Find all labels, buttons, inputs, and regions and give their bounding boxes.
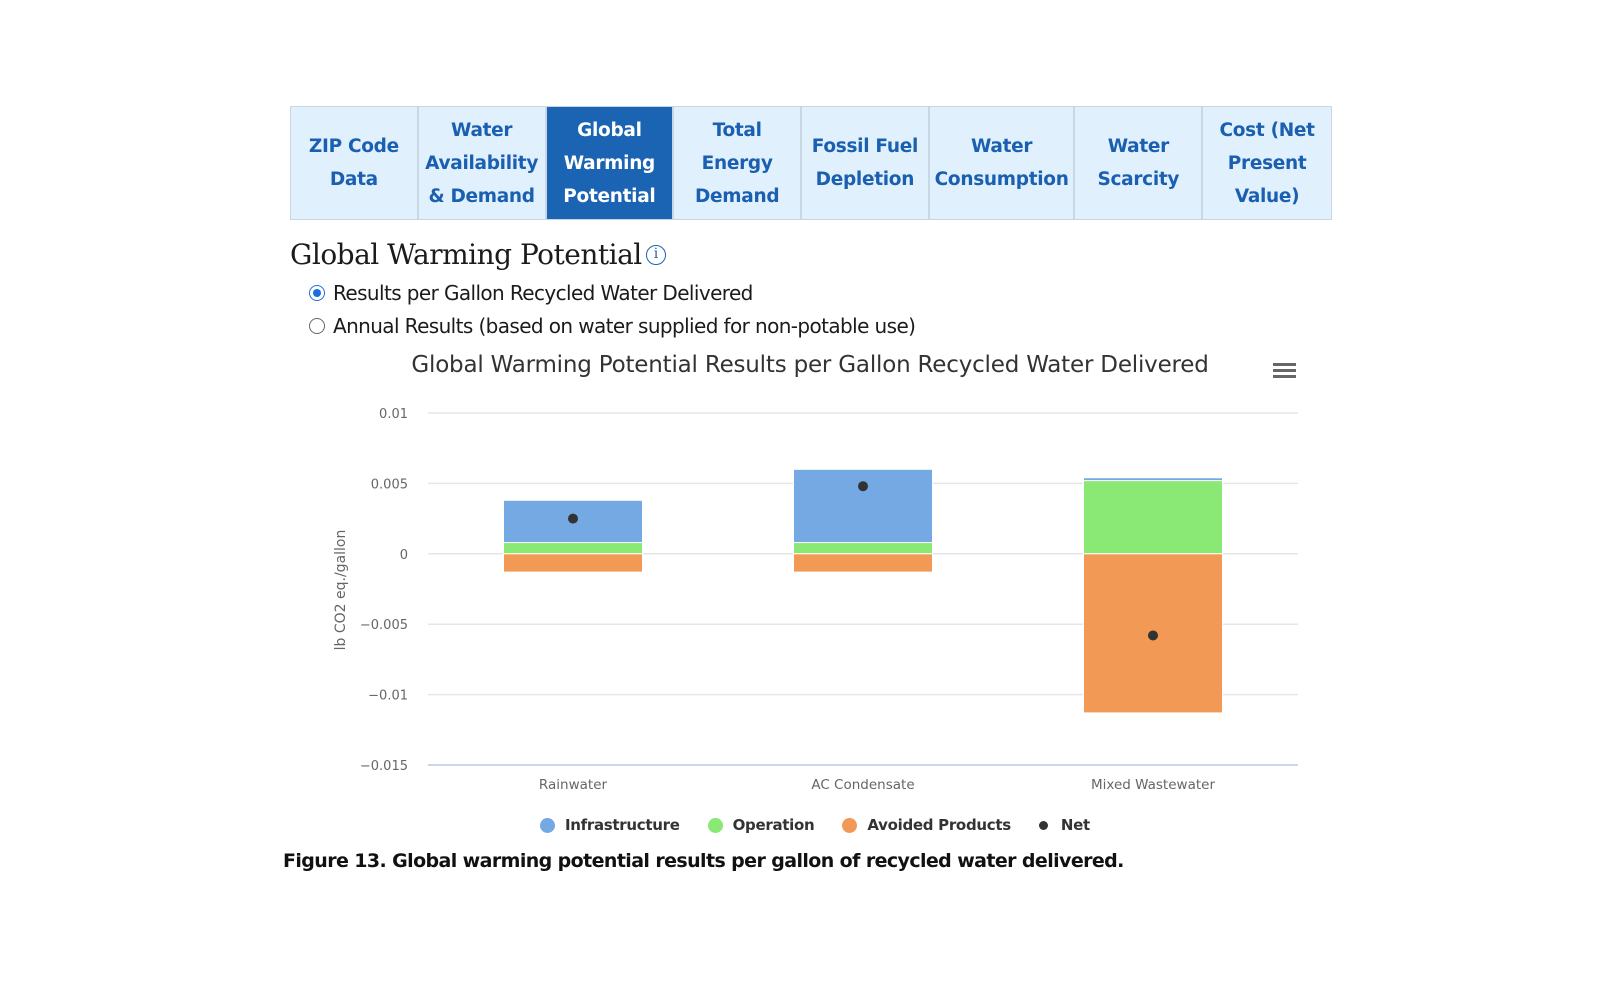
legend-item-operation[interactable]: Operation: [707, 816, 815, 834]
x-tick-label: AC Condensate: [811, 777, 914, 793]
y-tick-label: −0.01: [368, 689, 408, 704]
y-tick-label: −0.005: [360, 618, 408, 633]
legend-label: Avoided Products: [867, 816, 1011, 834]
legend: Infrastructure Operation Avoided Product…: [540, 816, 1118, 834]
y-axis-label: lb CO2 eq./gallon: [333, 530, 349, 651]
y-tick-label: 0: [400, 548, 408, 563]
x-tick-label: Mixed Wastewater: [1091, 777, 1215, 793]
net-marker: [1148, 630, 1158, 641]
legend-item-avoided-products[interactable]: Avoided Products: [842, 816, 1011, 834]
legend-label: Operation: [732, 816, 815, 834]
net-marker: [858, 481, 868, 492]
y-tick-label: 0.005: [371, 477, 408, 492]
bar-avoided-products: [793, 553, 933, 573]
legend-symbol-avoided-products: [842, 817, 858, 833]
legend-symbol-infrastructure: [540, 817, 555, 833]
y-tick-label: −0.015: [360, 759, 408, 774]
legend-label: Infrastructure: [565, 816, 680, 834]
legend-item-net[interactable]: Net: [1038, 816, 1090, 834]
legend-symbol-net: [1038, 820, 1048, 830]
bar-operation: [1083, 480, 1223, 555]
legend-symbol-operation: [707, 817, 723, 833]
figure-caption: Figure 13. Global warming potential resu…: [283, 850, 1124, 872]
bar-operation: [503, 542, 643, 555]
bar-operation: [793, 542, 933, 555]
bar-infrastructure: [1083, 477, 1223, 482]
legend-item-infrastructure[interactable]: Infrastructure: [540, 816, 680, 834]
net-marker: [568, 513, 578, 524]
x-tick-label: Rainwater: [539, 777, 608, 793]
y-tick-label: 0.01: [379, 407, 408, 422]
legend-label: Net: [1060, 816, 1090, 834]
bar-infrastructure: [793, 468, 933, 544]
bar-avoided-products: [503, 553, 643, 573]
